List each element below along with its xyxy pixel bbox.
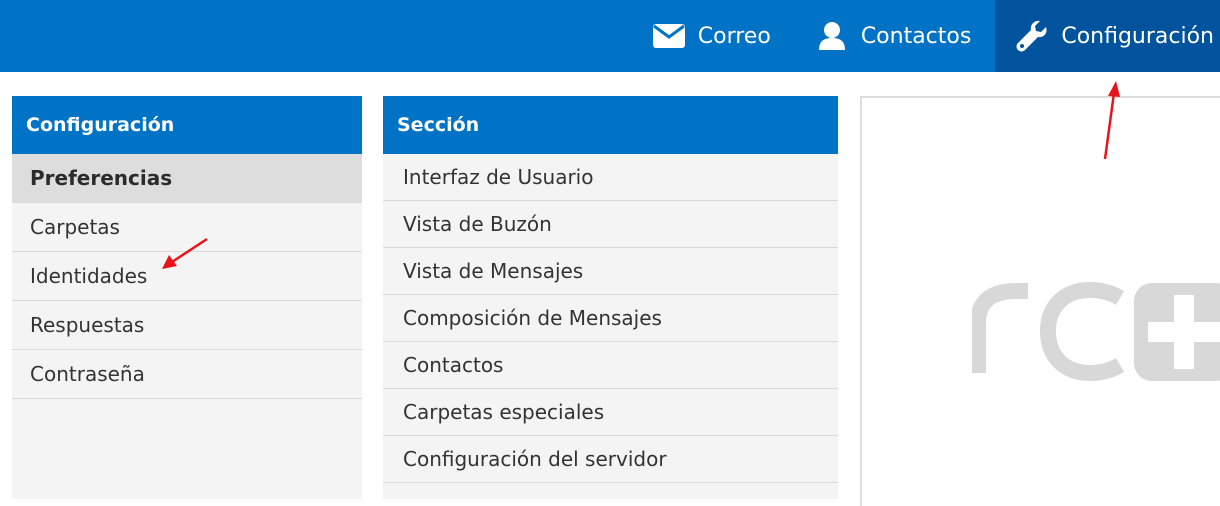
nav-settings[interactable]: Configuración [995, 0, 1220, 72]
nav-contacts[interactable]: Contactos [795, 0, 996, 72]
nav-mail-label: Correo [697, 23, 771, 49]
envelope-icon [652, 19, 686, 53]
wrench-icon [1015, 19, 1049, 53]
person-icon [815, 19, 849, 53]
section-item-contacts[interactable]: Contactos [383, 342, 838, 389]
settings-item-preferences[interactable]: Preferencias [12, 154, 362, 203]
content-preview-pane [860, 96, 1220, 506]
section-item-user-interface[interactable]: Interfaz de Usuario [383, 154, 838, 201]
section-item-server-settings[interactable]: Configuración del servidor [383, 436, 838, 483]
nav-contacts-label: Contactos [860, 23, 972, 49]
top-navigation-bar: Correo Contactos Configuración [0, 0, 1220, 72]
section-panel-title: Sección [383, 96, 838, 154]
settings-item-responses[interactable]: Respuestas [12, 301, 362, 350]
section-item-mailbox-view[interactable]: Vista de Buzón [383, 201, 838, 248]
settings-item-identities[interactable]: Identidades [12, 252, 362, 301]
nav-mail[interactable]: Correo [632, 0, 795, 72]
section-panel: Sección Interfaz de Usuario Vista de Buz… [383, 96, 838, 499]
settings-panel: Configuración Preferencias Carpetas Iden… [12, 96, 362, 499]
settings-list: Preferencias Carpetas Identidades Respue… [12, 154, 362, 399]
roundcube-logo-watermark [970, 273, 1220, 387]
section-item-message-composition[interactable]: Composición de Mensajes [383, 295, 838, 342]
settings-item-folders[interactable]: Carpetas [12, 203, 362, 252]
section-item-special-folders[interactable]: Carpetas especiales [383, 389, 838, 436]
main-nav: Correo Contactos Configuración [632, 0, 1220, 72]
section-list: Interfaz de Usuario Vista de Buzón Vista… [383, 154, 838, 483]
settings-panel-title: Configuración [12, 96, 362, 154]
section-item-message-view[interactable]: Vista de Mensajes [383, 248, 838, 295]
nav-settings-label: Configuración [1061, 23, 1214, 49]
settings-item-password[interactable]: Contraseña [12, 350, 362, 399]
